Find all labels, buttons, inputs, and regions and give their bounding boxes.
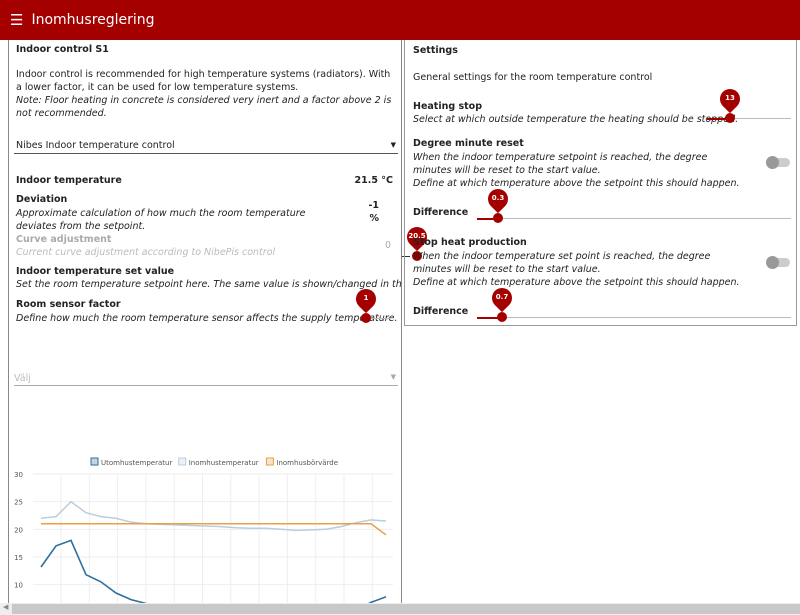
difference-slider-2[interactable]: 0.7: [477, 283, 791, 322]
factor-desc: Define how much the room temperature sen…: [16, 313, 398, 324]
legend-swatch: [178, 457, 187, 466]
factor-label: Room sensor factor: [16, 299, 121, 310]
slider-value-label: 0.3: [491, 194, 505, 202]
dm-reset-label: Degree minute reset: [413, 138, 524, 149]
legend-label: Inomhustemperatur: [189, 459, 259, 467]
slider-value-label: 13: [725, 94, 735, 102]
legend-swatch: [90, 457, 99, 466]
y-tick-label: 15: [14, 554, 23, 562]
heating-stop-label: Heating stop: [413, 101, 482, 112]
settings-panel: Settings General settings for the room t…: [404, 40, 797, 326]
note: Note: Floor heating in concrete is consi…: [16, 95, 392, 119]
deviation-label: Deviation: [16, 194, 68, 205]
slider-thumb[interactable]: [497, 312, 507, 322]
setvalue-label: Indoor temperature set value: [16, 266, 175, 277]
slider-value-label: 20.5: [408, 232, 426, 240]
stop-heat-desc1: When the indoor temperature set point is…: [413, 251, 711, 275]
dm-reset-desc1: When the indoor temperature setpoint is …: [413, 152, 708, 176]
slider-thumb[interactable]: [361, 313, 371, 323]
dm-reset-desc2: Define at which temperature above the se…: [413, 178, 740, 189]
caret-down-icon: ▼: [390, 373, 396, 381]
y-tick-label: 25: [14, 499, 23, 507]
difference-slider-1[interactable]: 0.3: [477, 184, 791, 223]
heating-stop-slider[interactable]: 13: [707, 84, 791, 123]
stop-heat-desc: When the indoor temperature set point is…: [413, 250, 743, 289]
dm-reset-toggle[interactable]: [766, 156, 790, 169]
page-title: Inomhusreglering: [31, 12, 155, 28]
app-header: ☰ Inomhusreglering: [0, 0, 800, 40]
panel-title: Indoor control S1: [16, 44, 109, 55]
curve-value: 0: [384, 240, 391, 251]
curve-label: Curve adjustment: [16, 234, 112, 245]
deviation-desc: Approximate calculation of how much the …: [16, 208, 306, 232]
curve-desc: Current curve adjustment according to Ni…: [16, 247, 276, 258]
series-line-0: [40, 539, 387, 605]
slider-value-label: 1: [363, 294, 369, 302]
y-tick-label: 30: [14, 471, 23, 479]
setvalue-desc: Set the room temperature setpoint here. …: [16, 279, 402, 290]
deviation-value: -1: [368, 200, 379, 211]
indoor-temp-value: 21.5 °C: [354, 175, 393, 186]
mode-select[interactable]: Nibes Indoor temperature control ▼: [14, 138, 398, 154]
y-tick-label: 10: [14, 582, 23, 590]
chart-select[interactable]: Välj ▼: [14, 370, 398, 386]
dm-reset-desc: When the indoor temperature setpoint is …: [413, 151, 743, 190]
deviation-unit: %: [369, 213, 379, 224]
chart-select-placeholder: Välj: [14, 373, 31, 384]
indoor-temp-label: Indoor temperature: [16, 175, 122, 186]
series-line-1: [40, 500, 387, 532]
legend-label: Inomhusbörvärde: [276, 459, 338, 467]
settings-title: Settings: [413, 45, 458, 56]
indoor-control-panel: Indoor control S1 Indoor control is reco…: [8, 40, 402, 605]
slider-value-label: 0.7: [495, 293, 509, 301]
slider-thumb[interactable]: [493, 213, 503, 223]
intro: Indoor control is recommended for high t…: [16, 69, 391, 93]
legend-swatch: [265, 457, 274, 466]
slider-thumb[interactable]: [725, 113, 735, 123]
mode-select-value: Nibes Indoor temperature control: [16, 140, 175, 151]
temperature-chart: 051015202530UtomhustemperaturInomhustemp…: [14, 457, 393, 605]
settings-desc: General settings for the room temperatur…: [413, 72, 653, 83]
scroll-left-icon[interactable]: ◀: [3, 603, 8, 611]
legend-label: Utomhustemperatur: [101, 459, 172, 467]
horizontal-scrollbar[interactable]: ◀: [0, 603, 800, 615]
stop-heat-desc2: Define at which temperature above the se…: [413, 277, 740, 288]
caret-down-icon: ▼: [390, 141, 396, 149]
intro-text: Indoor control is recommended for high t…: [16, 68, 396, 120]
room-sensor-factor-slider[interactable]: 1: [351, 284, 391, 323]
hamburger-icon[interactable]: ☰: [10, 11, 23, 29]
difference-label: Difference: [413, 207, 469, 218]
difference-label: Difference: [413, 306, 469, 317]
stop-heat-toggle[interactable]: [766, 256, 790, 269]
y-tick-label: 20: [14, 526, 23, 534]
heating-stop-desc: Select at which outside temperature the …: [413, 114, 739, 125]
